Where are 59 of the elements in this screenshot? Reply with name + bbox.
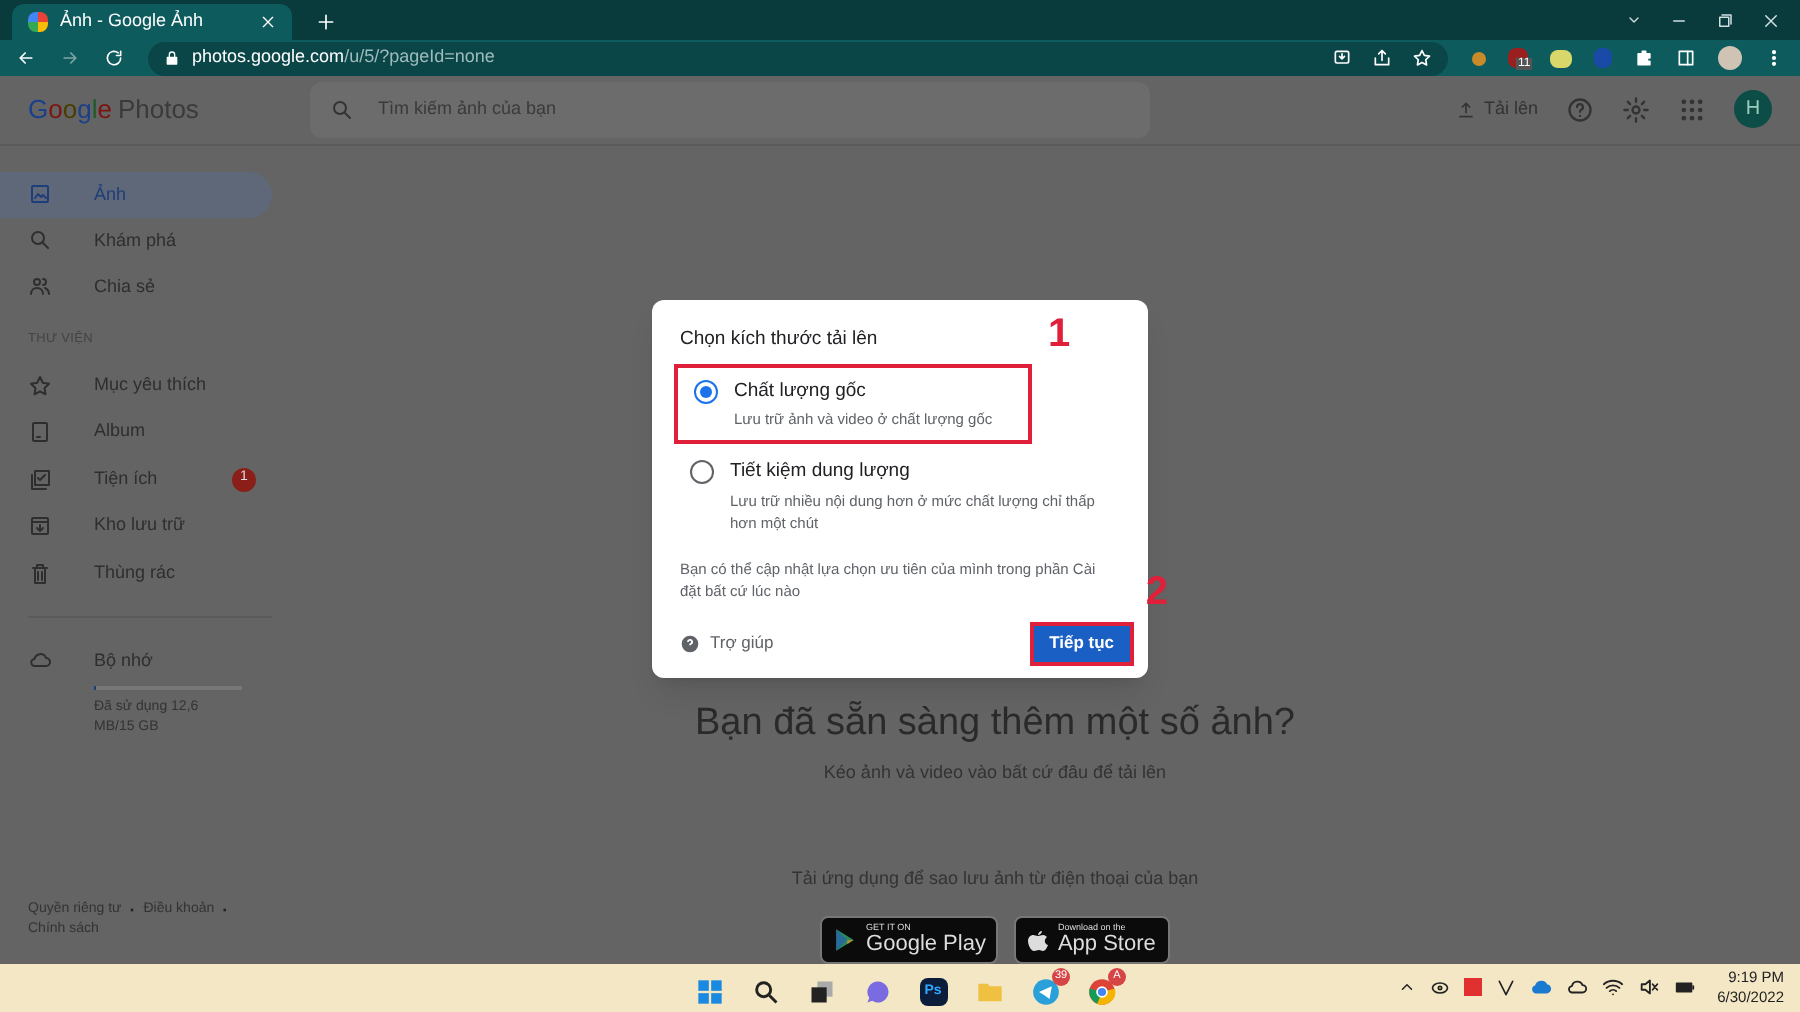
logo-wordmark: Google [28,92,112,129]
upload-icon [1455,99,1476,120]
dialog-title: Chọn kích thước tải lên [680,325,878,354]
wifi-icon[interactable] [1601,976,1624,999]
continue-button[interactable]: Tiếp tục [1029,621,1134,666]
cloud-icon[interactable] [1565,976,1588,999]
star-icon[interactable] [1412,48,1432,69]
chrome-icon [1087,977,1115,1006]
forward-arrow-icon[interactable] [60,48,80,69]
step-number: 1 [1048,312,1071,357]
speaker-muted-icon[interactable] [1637,976,1660,999]
back-arrow-icon[interactable] [16,48,36,69]
option-label: Chất lượng gốc [734,378,868,407]
checklist-icon [28,467,52,492]
v-logo-icon[interactable] [1495,977,1516,998]
radio-button[interactable] [694,380,718,405]
battery-icon[interactable] [1673,976,1696,999]
help-link[interactable]: Trợ giúp [680,630,774,656]
profile-avatar-icon[interactable] [1718,46,1742,71]
account-avatar[interactable]: H [1734,90,1772,129]
album-icon [28,420,52,445]
browser-tab[interactable]: Ảnh - Google Ảnh [12,4,292,40]
close-icon[interactable] [1762,11,1780,29]
option-label: Tiết kiệm dung lượng [730,458,912,487]
cloud-icon [28,648,52,673]
chat-bubble-icon [863,977,891,1006]
paper-plane-icon [1031,977,1059,1006]
extension-icon[interactable] [1472,51,1486,66]
side-panel-icon[interactable] [1676,48,1696,69]
separator-dot: · [222,899,229,920]
extension-icon[interactable] [1550,49,1572,68]
address-bar[interactable]: photos.google.com/u/5/?pageId=none [148,41,1448,76]
new-tab-icon[interactable] [316,12,336,32]
lock-icon [164,50,180,67]
windows-icon [695,977,723,1006]
trash-icon [28,561,52,586]
play-triangle-icon [832,925,859,954]
separator-dot: · [129,899,136,920]
search-icon [751,977,779,1006]
share-icon[interactable] [1372,48,1392,69]
archive-icon [28,514,52,539]
empty-state-heading: Bạn đã sẵn sàng thêm một số ảnh? [695,701,1295,746]
people-icon [28,274,52,299]
chevron-down-icon[interactable] [1626,12,1642,28]
task-view-icon [807,977,835,1006]
tray-app-icon[interactable] [1463,978,1482,997]
apple-icon [1025,925,1050,954]
radio-button[interactable] [690,460,714,485]
reload-icon[interactable] [104,48,124,69]
restore-icon[interactable] [1716,11,1734,29]
search-icon [28,228,52,253]
search-icon [330,97,354,122]
pinwheel-icon [28,12,48,32]
star-icon [28,373,52,398]
puzzle-icon[interactable] [1634,48,1654,69]
photo-icon [28,182,52,207]
eye-icon[interactable] [1429,977,1450,998]
install-icon[interactable] [1332,48,1352,69]
help-icon [680,633,700,654]
